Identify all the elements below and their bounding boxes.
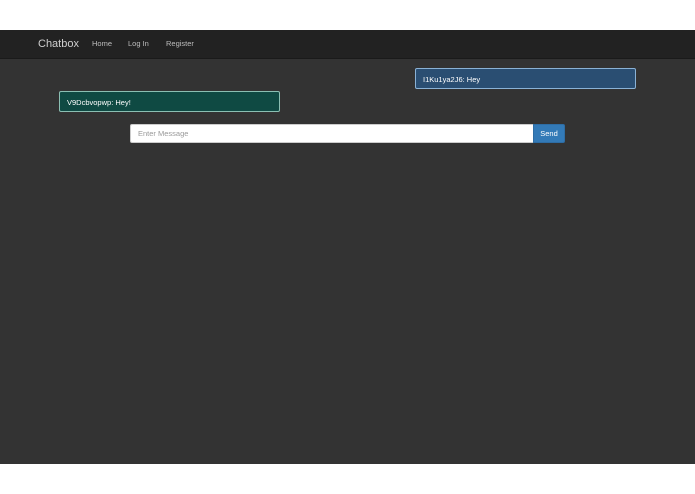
nav-link-home[interactable]: Home [92,39,112,49]
chat-message-right: I1Ku1ya2J6: Hey [415,68,636,89]
chat-message-text: I1Ku1ya2J6: Hey [423,75,481,84]
message-composer: Send [130,124,565,143]
brand-link[interactable]: Chatbox [38,37,79,51]
message-input[interactable] [130,124,533,143]
nav-link-login[interactable]: Log In [128,39,149,49]
nav-link-register[interactable]: Register [166,39,194,49]
chat-message-text: V9Dcbvopwp: Hey! [67,98,131,107]
chat-message-left: V9Dcbvopwp: Hey! [59,91,280,112]
app-viewport: Chatbox Home Log In Register I1Ku1ya2J6:… [0,30,695,464]
send-button[interactable]: Send [533,124,565,143]
navbar: Chatbox Home Log In Register [0,30,695,59]
